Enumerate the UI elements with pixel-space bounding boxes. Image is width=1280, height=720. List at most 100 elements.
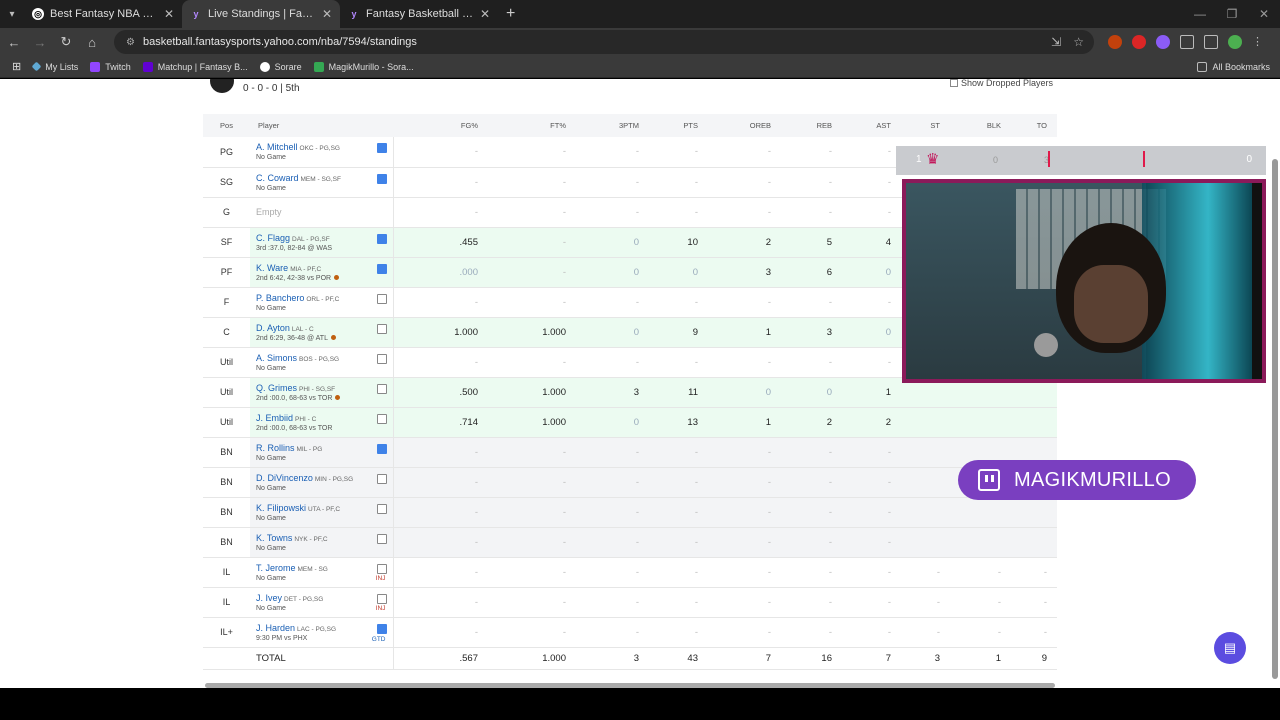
- player-note-icon[interactable]: [376, 353, 387, 364]
- roster-position[interactable]: PF: [203, 257, 250, 288]
- roster-position[interactable]: BN: [203, 527, 250, 558]
- player-note-icon[interactable]: [376, 293, 387, 304]
- player-note-icon[interactable]: [376, 143, 387, 153]
- roster-position[interactable]: IL: [203, 587, 250, 618]
- player-name-link[interactable]: J. Harden: [256, 623, 295, 633]
- roster-position[interactable]: G: [203, 197, 250, 228]
- all-bookmarks[interactable]: All Bookmarks: [1197, 61, 1270, 72]
- roster-position[interactable]: SF: [203, 227, 250, 258]
- roster-position[interactable]: F: [203, 287, 250, 318]
- player-note-icon[interactable]: [376, 533, 387, 544]
- install-icon[interactable]: ⇲: [1051, 35, 1061, 49]
- bookmark-item[interactable]: MagikMurillo - Sora...: [313, 61, 414, 72]
- player-note-icon[interactable]: [376, 593, 387, 604]
- column-header[interactable]: AST: [842, 114, 901, 137]
- extension-icon[interactable]: [1156, 35, 1170, 49]
- player-note-icon[interactable]: [376, 383, 387, 394]
- player-name-link[interactable]: J. Ivey: [256, 593, 282, 603]
- roster-position[interactable]: PG: [203, 137, 250, 168]
- player-note-icon[interactable]: [376, 473, 387, 484]
- back-icon[interactable]: ←: [2, 35, 26, 50]
- extension-icon[interactable]: [1108, 35, 1122, 49]
- player-name-link[interactable]: A. Simons: [256, 353, 297, 363]
- bookmark-item[interactable]: Sorare: [259, 61, 302, 72]
- roster-position[interactable]: Util: [203, 347, 250, 378]
- player-name-link[interactable]: D. DiVincenzo: [256, 473, 313, 483]
- close-tab-icon[interactable]: ✕: [480, 7, 490, 21]
- column-header[interactable]: PTS: [649, 114, 708, 137]
- puzzle-icon[interactable]: [1180, 35, 1194, 49]
- player-name-link[interactable]: D. Ayton: [256, 323, 290, 333]
- player-name-link[interactable]: T. Jerome: [256, 563, 296, 573]
- roster-position[interactable]: SG: [203, 167, 250, 198]
- player-name-link[interactable]: P. Banchero: [256, 293, 304, 303]
- bookmark-item[interactable]: Matchup | Fantasy B...: [142, 61, 248, 72]
- player-name-link[interactable]: J. Embiid: [256, 413, 293, 423]
- column-header[interactable]: TO: [1011, 114, 1057, 137]
- player-name-link[interactable]: K. Ware: [256, 263, 288, 273]
- close-window-icon[interactable]: ✕: [1248, 0, 1280, 28]
- column-header[interactable]: OREB: [708, 114, 781, 137]
- player-note-icon[interactable]: [376, 443, 387, 454]
- stat-cell: -: [950, 617, 1011, 648]
- address-bar[interactable]: ⚙ basketball.fantasysports.yahoo.com/nba…: [114, 30, 1094, 54]
- player-note-icon[interactable]: [376, 173, 387, 184]
- player-cell: K. Towns NYK - PF,C No Game: [250, 527, 394, 558]
- column-header[interactable]: REB: [781, 114, 842, 137]
- stat-cell: [950, 527, 1011, 558]
- roster-position[interactable]: IL: [203, 557, 250, 588]
- forward-icon[interactable]: →: [28, 35, 52, 50]
- column-header[interactable]: FG%: [393, 114, 488, 137]
- restore-icon[interactable]: ❐: [1216, 0, 1248, 28]
- column-header[interactable]: 3PTM: [576, 114, 649, 137]
- vertical-scrollbar[interactable]: [1272, 159, 1278, 679]
- player-name-link[interactable]: Q. Grimes: [256, 383, 297, 393]
- show-dropped-toggle[interactable]: Show Dropped Players: [950, 79, 1053, 88]
- player-name-link[interactable]: C. Flagg: [256, 233, 290, 243]
- apps-icon[interactable]: ⊞: [12, 60, 21, 73]
- tab-search-button[interactable]: ▾: [0, 0, 24, 28]
- roster-position[interactable]: BN: [203, 437, 250, 468]
- chat-button[interactable]: ▤: [1214, 632, 1246, 664]
- stat-cell: 3: [576, 377, 649, 408]
- bookmark-item[interactable]: Twitch: [90, 61, 131, 72]
- player-note-icon[interactable]: [376, 233, 387, 244]
- reload-icon[interactable]: ↻: [54, 34, 78, 50]
- roster-position[interactable]: C: [203, 317, 250, 348]
- home-icon[interactable]: ⌂: [80, 35, 104, 50]
- player-note-icon[interactable]: [376, 263, 387, 274]
- roster-position[interactable]: IL+: [203, 617, 250, 648]
- roster-position[interactable]: BN: [203, 467, 250, 498]
- close-tab-icon[interactable]: ✕: [164, 7, 174, 21]
- browser-tab-active[interactable]: y Live Standings | Fantasy Basketb ✕: [182, 0, 340, 28]
- bookmark-item[interactable]: My Lists: [31, 62, 78, 72]
- roster-position[interactable]: Util: [203, 377, 250, 408]
- player-name-link[interactable]: R. Rollins: [256, 443, 295, 453]
- bookmark-star-icon[interactable]: ☆: [1073, 35, 1084, 49]
- new-tab-button[interactable]: +: [506, 5, 515, 23]
- site-info-icon[interactable]: ⚙: [126, 37, 135, 48]
- column-header[interactable]: FT%: [488, 114, 576, 137]
- player-name-link[interactable]: A. Mitchell: [256, 142, 298, 152]
- checkbox[interactable]: [950, 79, 958, 87]
- column-header[interactable]: BLK: [950, 114, 1011, 137]
- player-note-icon[interactable]: [376, 623, 387, 634]
- extension-icon[interactable]: [1132, 35, 1146, 49]
- player-note-icon[interactable]: [376, 413, 387, 424]
- player-note-icon[interactable]: [376, 563, 387, 574]
- more-menu-icon[interactable]: ⋮: [1252, 35, 1263, 49]
- roster-position[interactable]: Util: [203, 407, 250, 438]
- player-name-link[interactable]: K. Towns: [256, 533, 292, 543]
- browser-tab[interactable]: y Fantasy Basketball | Yahoo! Spo ✕: [340, 0, 498, 28]
- avatar[interactable]: [1228, 35, 1242, 49]
- player-name-link[interactable]: K. Filipowski: [256, 503, 306, 513]
- column-header[interactable]: ST: [901, 114, 950, 137]
- browser-tab[interactable]: ◎ Best Fantasy NBA – Sorare NBA ✕: [24, 0, 182, 28]
- close-tab-icon[interactable]: ✕: [322, 7, 332, 21]
- roster-position[interactable]: BN: [203, 497, 250, 528]
- player-note-icon[interactable]: [376, 323, 387, 334]
- minimize-icon[interactable]: —: [1184, 0, 1216, 28]
- reading-list-icon[interactable]: [1204, 35, 1218, 49]
- player-name-link[interactable]: C. Coward: [256, 173, 299, 183]
- player-note-icon[interactable]: [376, 503, 387, 514]
